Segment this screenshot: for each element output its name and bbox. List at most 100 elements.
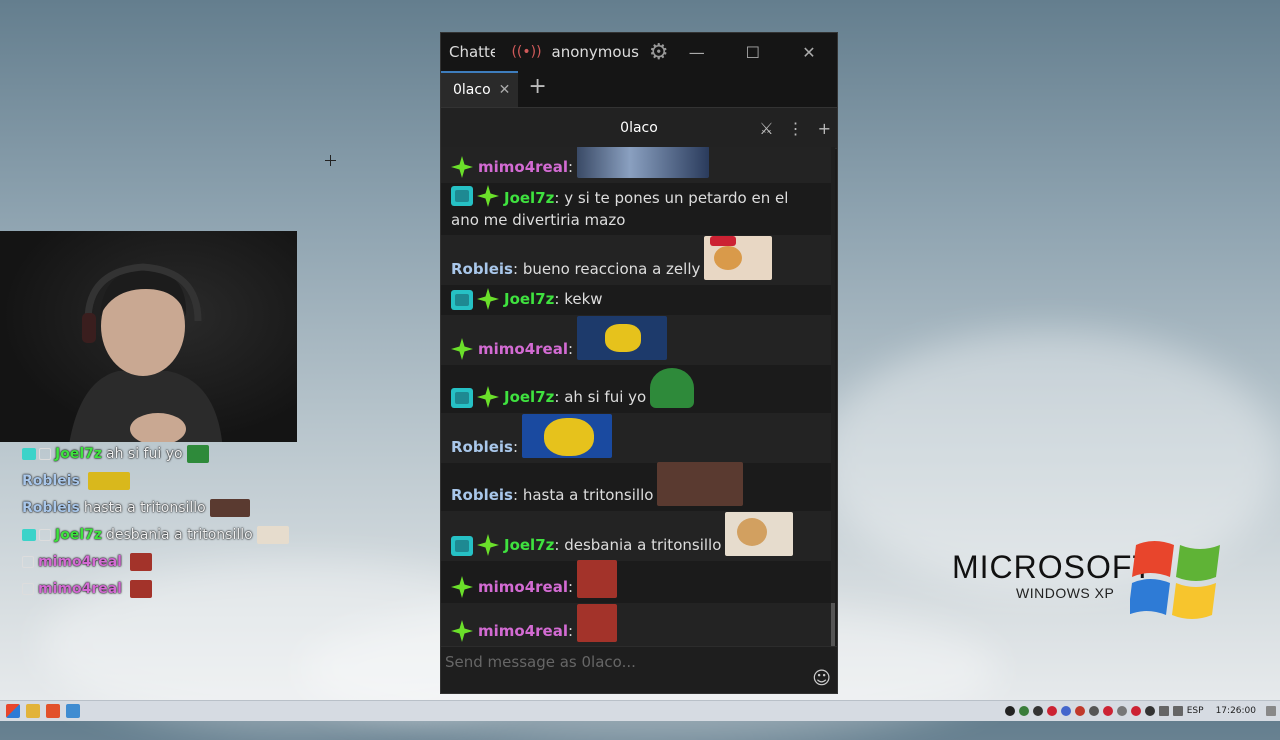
- logo-product: WINDOWS XP: [1016, 585, 1115, 601]
- tab-label: 0laco: [453, 82, 491, 98]
- account-switcher[interactable]: anonymous: [552, 43, 639, 61]
- chat-message[interactable]: Robleis: hasta a tritonsillo: [441, 462, 831, 511]
- sparkle-badge-icon: [451, 576, 473, 598]
- tray-app-icon[interactable]: [1018, 706, 1029, 716]
- emote-image: [577, 604, 618, 642]
- taskbar: ESP 17:26:00: [0, 700, 1280, 721]
- username[interactable]: Robleis: [451, 436, 513, 458]
- chatterino-taskbar-icon[interactable]: [66, 704, 80, 718]
- username[interactable]: Joel7z: [504, 534, 554, 556]
- scrollbar-thumb[interactable]: [831, 603, 835, 647]
- overlay-username: mimo4real: [38, 553, 122, 570]
- channel-name[interactable]: 0laco: [620, 120, 658, 136]
- emote-image: [577, 147, 710, 178]
- message-list[interactable]: mimo4real: Joel7z: y si te pones un peta…: [441, 147, 831, 647]
- chat-message[interactable]: mimo4real:: [441, 147, 831, 183]
- username[interactable]: mimo4real: [478, 156, 568, 178]
- username[interactable]: Robleis: [451, 258, 513, 280]
- username[interactable]: mimo4real: [478, 620, 568, 642]
- tab-0laco[interactable]: 0laco ✕: [441, 71, 519, 107]
- language-indicator[interactable]: ESP: [1187, 706, 1204, 716]
- 88-badge-icon: [451, 536, 473, 556]
- overlay-chat-line: Joel7z desbania a tritonsillo: [22, 521, 322, 548]
- emoji-picker-icon[interactable]: ☺: [812, 668, 831, 689]
- network-icon[interactable]: [1158, 706, 1169, 716]
- chat-message[interactable]: Joel7z: ah si fui yo: [441, 365, 831, 413]
- tray-app-icon[interactable]: [1102, 706, 1113, 716]
- sparkle-badge-icon: [451, 620, 473, 642]
- colon: :: [512, 438, 519, 456]
- message-input-area[interactable]: Send message as 0laco... ☺: [441, 646, 837, 693]
- badge-icon: [22, 528, 36, 541]
- overlay-chat: Joel7z ah si fui yo Robleis Robleis hast…: [22, 440, 322, 602]
- emote-icon: [186, 444, 209, 463]
- minimize-button[interactable]: —: [669, 43, 725, 62]
- add-split-icon[interactable]: +: [818, 119, 831, 138]
- mod-badge-icon: [39, 528, 51, 541]
- chat-message[interactable]: mimo4real:: [441, 560, 831, 603]
- overlay-message: ah si fui yo: [106, 445, 183, 462]
- tab-bar: 0laco ✕ +: [441, 71, 837, 107]
- colon: :: [512, 260, 519, 278]
- maximize-button[interactable]: ☐: [725, 43, 781, 62]
- gear-icon[interactable]: ⚙: [649, 40, 669, 65]
- mouse-cursor: [325, 155, 336, 166]
- volume-icon[interactable]: [1172, 706, 1183, 716]
- clock[interactable]: 17:26:00: [1216, 706, 1256, 716]
- chat-message[interactable]: Joel7z: kekw: [441, 285, 831, 315]
- message-text: kekw: [564, 290, 603, 308]
- chat-message[interactable]: mimo4real:: [441, 603, 831, 647]
- close-tab-icon[interactable]: ✕: [499, 82, 511, 98]
- username[interactable]: Joel7z: [504, 189, 554, 207]
- chat-message[interactable]: Robleis:: [441, 413, 831, 463]
- add-tab-button[interactable]: +: [528, 74, 546, 99]
- close-button[interactable]: ✕: [781, 43, 837, 62]
- start-windows-icon[interactable]: [6, 704, 20, 718]
- broadcast-icon[interactable]: ((•)): [511, 44, 541, 60]
- username[interactable]: mimo4real: [478, 338, 568, 360]
- chat-message[interactable]: mimo4real:: [441, 315, 831, 365]
- username[interactable]: Joel7z: [504, 386, 554, 408]
- message-text: desbania a tritonsillo: [564, 536, 722, 554]
- overlay-username: Robleis: [22, 472, 80, 489]
- username[interactable]: Robleis: [451, 484, 513, 506]
- colon: :: [512, 486, 519, 504]
- chat-message[interactable]: Robleis: bueno reacciona a zelly: [441, 235, 831, 285]
- tray-app-icon[interactable]: [1130, 706, 1141, 716]
- username[interactable]: mimo4real: [478, 576, 568, 598]
- chat-scrollbar[interactable]: [831, 147, 835, 647]
- overlay-message: desbania a tritonsillo: [106, 526, 253, 543]
- username[interactable]: Joel7z: [504, 288, 554, 310]
- windows-xp-logo: MICROSOFT WINDOWS XP: [952, 535, 1232, 625]
- file-explorer-icon[interactable]: [26, 704, 40, 718]
- sparkle-badge-icon: [451, 338, 473, 360]
- tray-app-icon[interactable]: [1046, 706, 1057, 716]
- tray-app-icon[interactable]: [1144, 706, 1155, 716]
- emote-image: [577, 560, 618, 598]
- emote-icon: [209, 498, 250, 517]
- more-options-icon[interactable]: ⋮: [788, 119, 804, 138]
- overlay-username: Joel7z: [55, 526, 103, 543]
- cat-emote-image: [725, 512, 794, 556]
- tray-app-icon[interactable]: [1088, 706, 1099, 716]
- message-text: hasta a tritonsillo: [522, 486, 654, 504]
- emote-icon: [129, 552, 152, 571]
- chat-message[interactable]: Joel7z: desbania a tritonsillo: [441, 511, 831, 561]
- brave-browser-icon[interactable]: [46, 704, 60, 718]
- message-input[interactable]: Send message as 0laco...: [445, 653, 636, 671]
- tray-app-icon[interactable]: [1116, 706, 1127, 716]
- message-text: y si te pones un petardo en el ano me di…: [451, 189, 789, 229]
- tray-app-icon[interactable]: [1060, 706, 1071, 716]
- overlay-username: Robleis: [22, 499, 80, 516]
- moderation-icon[interactable]: ⚔: [759, 119, 773, 138]
- overlay-chat-line: Joel7z ah si fui yo: [22, 440, 322, 467]
- minion-emote-image: [522, 414, 613, 458]
- tray-app-icon[interactable]: [1032, 706, 1043, 716]
- colon: :: [567, 340, 574, 358]
- colon: :: [554, 388, 560, 406]
- tray-app-icon[interactable]: [1004, 706, 1015, 716]
- chatterino-window: Chatterino ((•)) anonymous ⚙ — ☐ ✕ 0laco…: [440, 32, 838, 694]
- chat-message[interactable]: Joel7z: y si te pones un petardo en el a…: [441, 183, 831, 235]
- tray-app-icon[interactable]: [1074, 706, 1085, 716]
- notification-icon[interactable]: [1266, 706, 1276, 716]
